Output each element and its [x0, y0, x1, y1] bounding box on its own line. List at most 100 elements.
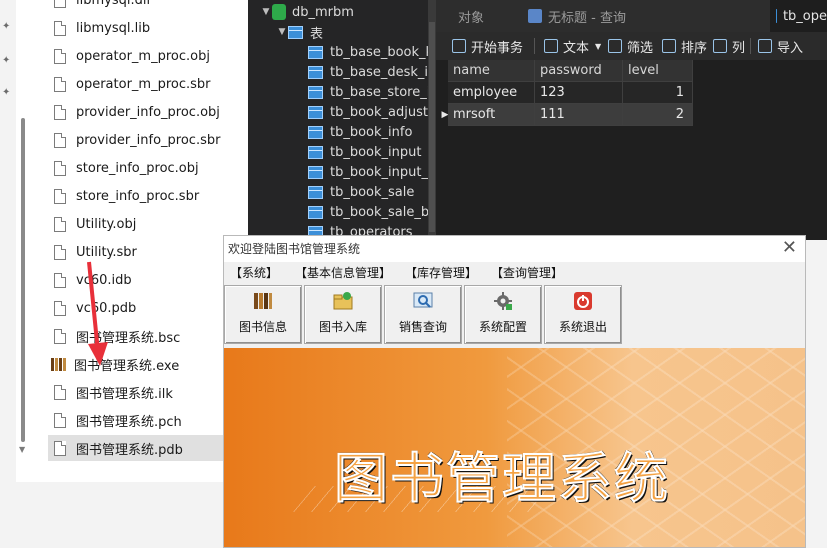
tree-item-table[interactable]: tb_book_info — [308, 122, 412, 142]
table-icon — [308, 145, 323, 159]
file-icon — [54, 300, 66, 316]
menu-basic-info[interactable]: 【基本信息管理】 — [295, 264, 391, 281]
text-button[interactable]: 文本 ▼ — [544, 32, 601, 60]
tree-node-tables[interactable]: ▼ 表 — [276, 22, 323, 42]
quick-access-strip: ✦ ✦ ✦ — [0, 0, 16, 482]
tab-label: tb_ope — [782, 8, 827, 24]
pin-icon[interactable]: ✦ — [2, 22, 12, 32]
file-row[interactable]: vc60.idb — [48, 267, 248, 293]
menu-inventory[interactable]: 【库存管理】 — [405, 264, 477, 281]
file-row[interactable]: Utility.sbr — [48, 239, 248, 265]
system-exit-button[interactable]: 系统退出 — [544, 285, 622, 344]
file-icon — [54, 188, 66, 204]
file-icon — [54, 0, 66, 8]
file-row[interactable]: 图书管理系统.pdb — [48, 435, 248, 461]
database-client-window: ▼ db_mrbm ▼ 表 tb_base_book_kind tb_base_d… — [248, 0, 827, 240]
grid-cell[interactable]: 2 — [623, 104, 693, 126]
grid-cell[interactable]: 123 — [535, 82, 623, 104]
sales-query-button[interactable]: 销售查询 — [384, 285, 462, 344]
button-label: 列 — [732, 40, 746, 56]
grid-cell[interactable]: 1 — [623, 82, 693, 104]
column-header-level[interactable]: level — [623, 60, 693, 82]
data-grid: name password level employee 123 1 ▶ mrsoft 111 2 — [436, 60, 827, 240]
system-config-button[interactable]: 系统配置 — [464, 285, 542, 344]
tree-scrollbar[interactable] — [428, 0, 436, 240]
file-name: store_info_proc.sbr — [76, 188, 200, 204]
file-list-scrollbar[interactable]: ▼ — [19, 0, 27, 482]
file-icon — [54, 104, 66, 120]
tab-label: 无标题 - 查询 — [548, 10, 626, 26]
grid-cell[interactable]: employee — [448, 82, 535, 104]
book-stock-in-button[interactable]: 图书入库 — [304, 285, 382, 344]
file-name: operator_m_proc.sbr — [76, 76, 211, 92]
close-icon[interactable]: ✕ — [782, 237, 797, 258]
grid-cell[interactable]: 111 — [535, 104, 623, 126]
column-header-name[interactable]: name — [448, 60, 535, 82]
columns-icon — [713, 39, 727, 53]
pin-icon[interactable]: ✦ — [2, 88, 12, 98]
tree-item-table[interactable]: tb_book_sale — [308, 182, 414, 202]
file-icon — [54, 272, 66, 288]
button-label: 图书入库 — [318, 320, 367, 334]
file-row[interactable]: 图书管理系统.pch — [48, 407, 248, 433]
file-row[interactable]: operator_m_proc.sbr — [48, 71, 248, 97]
tree-node-database[interactable]: ▼ db_mrbm — [260, 2, 354, 22]
file-row[interactable]: Utility.obj — [48, 211, 248, 237]
table-icon — [308, 205, 323, 219]
file-row[interactable]: store_info_proc.sbr — [48, 183, 248, 209]
begin-transaction-button[interactable]: 开始事务 — [452, 32, 523, 60]
file-row[interactable]: vc60.pdb — [48, 295, 248, 321]
tab-label: 对象 — [458, 10, 485, 26]
transaction-icon — [452, 39, 466, 53]
table-icon — [308, 165, 323, 179]
button-label: 文本 — [563, 40, 590, 56]
window-title: 欢迎登陆图书馆管理系统 — [228, 242, 361, 256]
file-row[interactable]: store_info_proc.obj — [48, 155, 248, 181]
table-icon — [776, 9, 777, 23]
tree-item-table[interactable]: tb_book_input — [308, 142, 421, 162]
file-row[interactable]: operator_m_proc.obj — [48, 43, 248, 69]
file-row[interactable]: provider_info_proc.sbr — [48, 127, 248, 153]
pin-icon[interactable]: ✦ — [2, 56, 12, 66]
query-icon — [528, 9, 542, 23]
file-name: provider_info_proc.sbr — [76, 132, 221, 148]
file-row[interactable]: 图书管理系统.exe — [48, 351, 248, 377]
filter-button[interactable]: 筛选 — [608, 32, 653, 60]
columns-button[interactable]: 列 — [713, 32, 745, 60]
scrollbar-thumb[interactable] — [429, 22, 435, 232]
file-row[interactable]: libmysql.lib — [48, 15, 248, 41]
column-header-password[interactable]: password — [535, 60, 623, 82]
text-icon — [544, 39, 558, 53]
button-label: 系统配置 — [478, 320, 527, 334]
book-exe-icon — [51, 357, 67, 372]
database-icon — [272, 4, 286, 20]
grid-cell[interactable]: mrsoft — [448, 104, 535, 126]
banner-title: 图书管理系统 — [333, 446, 670, 511]
filter-icon — [608, 39, 622, 53]
data-toolbar: 开始事务 文本 ▼ 筛选 排序 列 导入 — [436, 32, 827, 61]
window-titlebar[interactable]: 欢迎登陆图书馆管理系统 ✕ — [224, 236, 805, 262]
file-row[interactable]: libmysql.dll — [48, 0, 248, 13]
file-row[interactable]: 图书管理系统.bsc — [48, 323, 248, 349]
book-info-button[interactable]: 图书信息 — [224, 285, 302, 344]
menu-query[interactable]: 【查询管理】 — [491, 264, 563, 281]
scroll-down-arrow-icon[interactable]: ▼ — [19, 446, 27, 454]
file-row[interactable]: 图书管理系统.ilk — [48, 379, 248, 405]
expand-caret-icon[interactable]: ▼ — [276, 27, 288, 37]
file-icon — [54, 216, 66, 232]
expand-caret-icon[interactable]: ▼ — [260, 7, 272, 17]
tab-untitled-query[interactable]: 无标题 - 查询 — [520, 0, 684, 32]
tab-table-data[interactable]: tb_ope — [770, 0, 827, 32]
table-name: tb_book_sale — [330, 184, 415, 200]
sort-button[interactable]: 排序 — [662, 32, 707, 60]
scrollbar-thumb[interactable] — [21, 118, 25, 442]
file-row[interactable]: provider_info_proc.obj — [48, 99, 248, 125]
import-button[interactable]: 导入 — [758, 32, 803, 60]
file-icon — [54, 160, 66, 176]
tab-objects[interactable]: 对象 — [448, 0, 508, 32]
button-label: 销售查询 — [398, 320, 447, 334]
menu-system[interactable]: 【系统】 — [230, 264, 278, 281]
tree-item-table[interactable]: tb_book_adjust — [308, 102, 428, 122]
file-name: 图书管理系统.ilk — [76, 386, 173, 402]
button-label: 导入 — [777, 40, 804, 56]
